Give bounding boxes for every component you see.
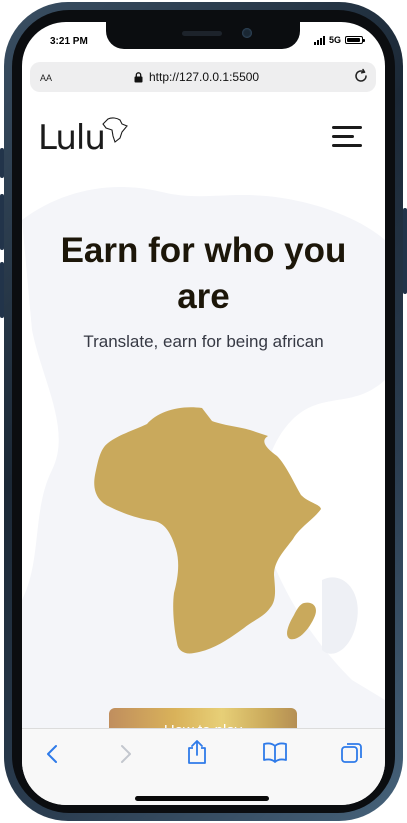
lock-icon: [134, 71, 143, 82]
hero-title: Earn for who you are: [60, 231, 347, 316]
battery-level: [347, 38, 360, 42]
africa-map-icon: [94, 407, 322, 654]
forward-icon[interactable]: [116, 743, 134, 765]
browser-toolbar: [22, 728, 385, 805]
address-bar[interactable]: AA http://127.0.0.1:5500: [30, 62, 376, 92]
volume-up-button: [0, 194, 4, 250]
home-indicator: [135, 796, 269, 801]
text-size-label: AA: [40, 73, 53, 83]
url-text: http://127.0.0.1:5500: [149, 70, 260, 84]
how-to-play-button[interactable]: How to play: [109, 708, 297, 728]
web-page: Lulu Earn for who you are Translate, ear…: [22, 100, 385, 728]
africa-logo-icon: [102, 117, 128, 143]
signal-icon: [313, 35, 325, 45]
status-bar: 3:21 PM 5G: [22, 22, 385, 62]
battery-icon: [345, 36, 365, 44]
share-icon[interactable]: [186, 739, 208, 765]
url-display[interactable]: http://127.0.0.1:5500: [134, 70, 259, 84]
hero-subtitle: Translate, earn for being african: [83, 332, 324, 351]
network-label: 5G: [328, 35, 341, 45]
power-button: [403, 208, 407, 294]
reload-icon[interactable]: [352, 67, 370, 85]
bookmarks-icon[interactable]: [262, 741, 288, 763]
back-icon[interactable]: [44, 743, 62, 765]
text-size-button[interactable]: AA: [40, 70, 52, 84]
phone-screen: 3:21 PM 5G AA http://127.0.0.1:5500 Lulu…: [22, 22, 385, 805]
site-logo[interactable]: Lulu: [38, 118, 106, 158]
mute-switch: [0, 148, 4, 178]
status-indicators: 5G: [313, 35, 365, 45]
speaker: [182, 31, 222, 36]
menu-button[interactable]: [332, 126, 362, 153]
status-time: 3:21 PM: [50, 36, 88, 47]
tabs-icon[interactable]: [340, 741, 364, 765]
volume-down-button: [0, 262, 4, 318]
notch: [106, 22, 300, 49]
front-camera: [242, 28, 252, 38]
